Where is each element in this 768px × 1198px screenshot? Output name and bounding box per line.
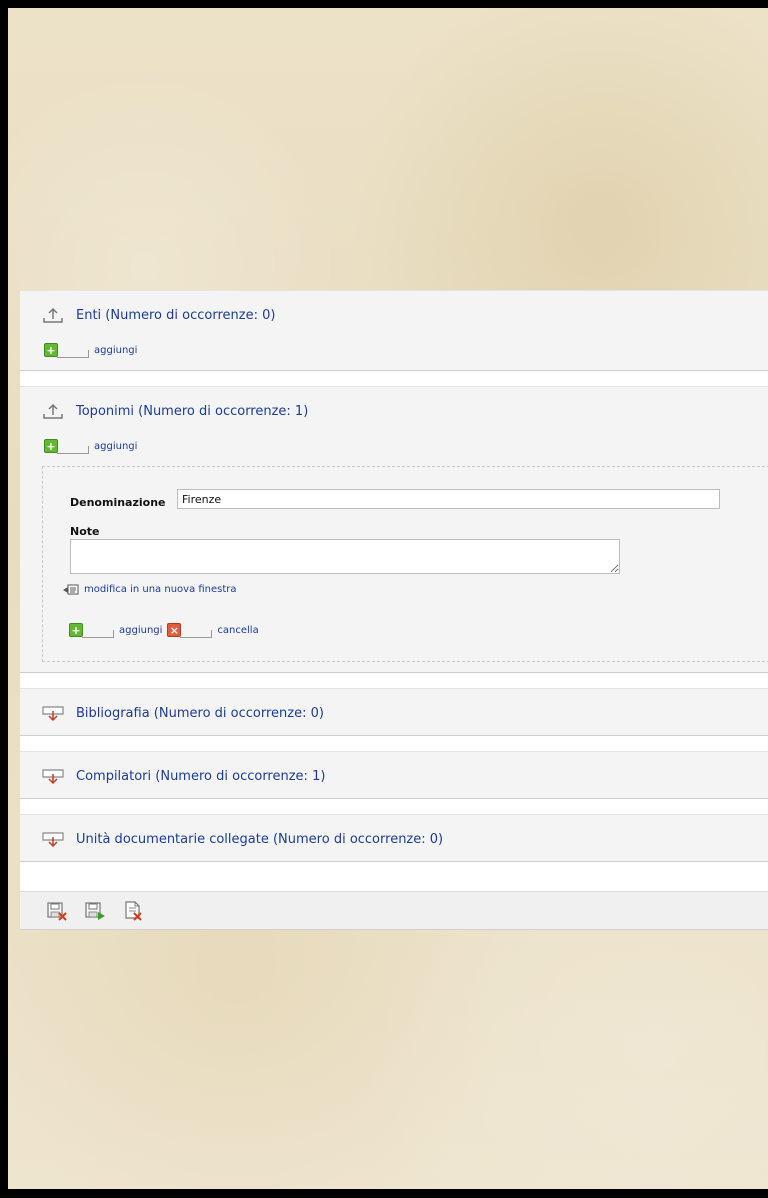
section-header-bibliografia[interactable]: Bibliografia (Numero di occorrenze: 0): [20, 689, 768, 737]
section-title-unita: Unità documentarie collegate (Numero di …: [76, 831, 444, 847]
add-toponimo-button[interactable]: + aggiungi: [20, 435, 768, 457]
section-compilatori: Compilatori (Numero di occorrenze: 1): [20, 751, 768, 799]
toponimo-entry: Denominazione Note modifica in una nuova…: [42, 466, 768, 662]
upload-arrow-icon: [40, 402, 66, 420]
denominazione-input[interactable]: [177, 489, 720, 509]
plus-icon: +: [44, 343, 58, 357]
section-title-enti: Enti (Numero di occorrenze: 0): [76, 307, 276, 323]
section-bibliografia: Bibliografia (Numero di occorrenze: 0): [20, 688, 768, 736]
section-toponimi: Toponimi (Numero di occorrenze: 1) + agg…: [20, 386, 768, 673]
section-title-bibliografia: Bibliografia (Numero di occorrenze: 0): [76, 705, 324, 721]
section-header-toponimi[interactable]: Toponimi (Numero di occorrenze: 1): [20, 387, 768, 435]
section-spacer: [20, 371, 768, 386]
download-arrow-icon: [40, 767, 66, 785]
cancel-document-icon[interactable]: [121, 900, 145, 922]
plus-icon[interactable]: +: [69, 623, 83, 637]
bottom-toolbar: [20, 891, 768, 930]
add-enti-button[interactable]: + aggiungi: [20, 339, 768, 361]
button-underline: [82, 630, 114, 638]
entry-actions: + aggiungi × cancella: [69, 623, 259, 638]
edit-window-icon: [62, 582, 80, 596]
upload-arrow-icon: [40, 306, 66, 324]
download-arrow-icon: [40, 830, 66, 848]
section-title-compilatori: Compilatori (Numero di occorrenze: 1): [76, 768, 326, 784]
save-continue-icon[interactable]: [83, 900, 107, 922]
section-title-toponimi: Toponimi (Numero di occorrenze: 1): [76, 403, 309, 419]
page-background: Enti (Numero di occorrenze: 0) + aggiung…: [8, 8, 768, 1189]
section-spacer: [20, 799, 768, 814]
section-spacer: [20, 673, 768, 688]
button-underline: [57, 350, 89, 358]
record-form: Enti (Numero di occorrenze: 0) + aggiung…: [20, 290, 768, 930]
note-label: Note: [70, 525, 100, 538]
section-unita: Unità documentarie collegate (Numero di …: [20, 814, 768, 862]
entry-add-label[interactable]: aggiungi: [119, 625, 162, 636]
denominazione-label: Denominazione: [70, 496, 166, 509]
button-underline: [57, 446, 89, 454]
edit-in-new-window-link[interactable]: modifica in una nuova finestra: [62, 582, 237, 596]
close-icon[interactable]: ×: [167, 623, 182, 637]
download-arrow-icon: [40, 704, 66, 722]
save-close-icon[interactable]: [45, 900, 69, 922]
button-underline: [180, 630, 213, 638]
add-label: aggiungi: [94, 344, 138, 356]
plus-icon: +: [44, 439, 58, 453]
section-header-unita[interactable]: Unità documentarie collegate (Numero di …: [20, 815, 768, 863]
add-label: aggiungi: [94, 440, 138, 452]
section-enti: Enti (Numero di occorrenze: 0) + aggiung…: [20, 290, 768, 371]
section-spacer: [20, 736, 768, 751]
white-separator: [20, 862, 768, 894]
edit-link-label: modifica in una nuova finestra: [84, 583, 237, 595]
entry-delete-label[interactable]: cancella: [217, 625, 258, 636]
section-header-compilatori[interactable]: Compilatori (Numero di occorrenze: 1): [20, 752, 768, 800]
note-textarea[interactable]: [70, 539, 620, 574]
section-header-enti[interactable]: Enti (Numero di occorrenze: 0): [20, 291, 768, 339]
